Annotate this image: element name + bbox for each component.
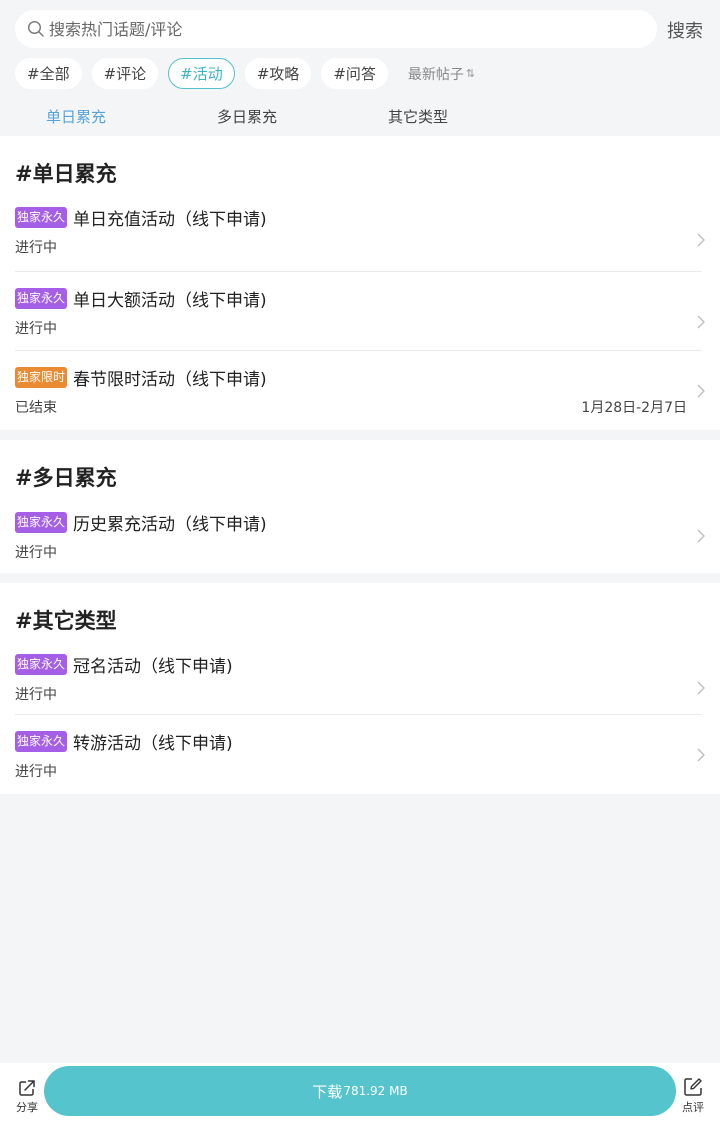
top-header: 搜索 #全部 #评论 #活动 #攻略 #问答 最新帖子 ⇅ 单日累充 多日累充 … (0, 0, 720, 136)
item-title: 单日大额活动（线下申请) (73, 291, 267, 311)
chevron-right-icon (697, 529, 705, 543)
item-tag: 独家永久 (15, 207, 68, 228)
item-head: 独家限时 春节限时活动（线下申请) (15, 365, 267, 390)
chevron-right-icon (697, 233, 705, 247)
list-item[interactable]: 独家永久 单日大额活动（线下申请) 进行中 (15, 272, 705, 351)
item-status: 进行中 (15, 321, 57, 337)
sort-toggle[interactable]: 最新帖子 ⇅ (408, 64, 475, 84)
item-title: 历史累充活动（线下申请) (73, 515, 267, 535)
download-size: 781.92 MB (343, 1084, 408, 1098)
item-head: 独家永久 单日大额活动（线下申请) (15, 286, 267, 311)
review-button[interactable]: 点评 (680, 1076, 706, 1115)
filter-chips: #全部 #评论 #活动 #攻略 #问答 最新帖子 ⇅ (15, 58, 475, 89)
item-title: 冠名活动（线下申请) (73, 657, 233, 677)
sort-arrows-icon: ⇅ (465, 67, 476, 80)
item-status: 进行中 (15, 545, 57, 561)
list-item[interactable]: 独家永久 转游活动（线下申请) 进行中 (15, 715, 705, 794)
list-item[interactable]: 独家永久 历史累充活动（线下申请) 进行中 (15, 504, 705, 573)
sort-label: 最新帖子 (407, 66, 464, 83)
item-date: 1月28日-2月7日 (581, 400, 687, 416)
search-icon (27, 20, 45, 38)
filter-chip-all[interactable]: #全部 (15, 58, 82, 89)
edit-icon (684, 1078, 702, 1096)
item-title: 单日充值活动（线下申请) (73, 210, 267, 230)
section-title: #单日累充 (15, 162, 117, 186)
item-head: 独家永久 单日充值活动（线下申请) (15, 205, 267, 230)
item-tag: 独家限时 (15, 367, 68, 388)
download-label: 下载 (312, 1082, 343, 1101)
list-item[interactable]: 独家永久 单日充值活动（线下申请) 进行中 (15, 200, 705, 272)
filter-chip-guide[interactable]: #攻略 (244, 58, 312, 89)
item-tag: 独家永久 (15, 512, 68, 533)
search-box[interactable] (15, 10, 657, 48)
share-button[interactable]: 分享 (12, 1078, 42, 1115)
item-tag: 独家永久 (15, 731, 68, 752)
list-item[interactable]: 独家限时 春节限时活动（线下申请) 已结束 1月28日-2月7日 (15, 351, 705, 430)
item-title: 春节限时活动（线下申请) (73, 370, 267, 390)
section-other: #其它类型 独家永久 冠名活动（线下申请) 进行中 独家永久 转游活动（线下申请… (0, 583, 720, 794)
bottom-bar: 分享 下载 781.92 MB 点评 (0, 1063, 720, 1123)
section-title: #多日累充 (15, 466, 117, 490)
list-item[interactable]: 独家永久 冠名活动（线下申请) 进行中 (15, 646, 705, 715)
chevron-right-icon (697, 681, 705, 695)
filter-chip-comment[interactable]: #评论 (91, 58, 159, 89)
download-button[interactable]: 下载 781.92 MB (44, 1066, 676, 1116)
item-head: 独家永久 历史累充活动（线下申请) (15, 510, 267, 535)
item-head: 独家永久 转游活动（线下申请) (15, 729, 233, 754)
item-title: 转游活动（线下申请) (73, 734, 233, 754)
chevron-right-icon (697, 315, 705, 329)
filter-chip-qa[interactable]: #问答 (321, 58, 388, 89)
item-status: 进行中 (15, 687, 57, 703)
subtab-other[interactable]: 其它类型 (388, 106, 448, 127)
section-title: #其它类型 (15, 609, 117, 633)
share-label: 分享 (16, 1101, 38, 1114)
item-status: 已结束 (15, 400, 57, 416)
item-status: 进行中 (15, 240, 57, 256)
subtab-multi-day[interactable]: 多日累充 (217, 106, 277, 127)
search-input[interactable] (49, 19, 609, 39)
review-label: 点评 (682, 1101, 704, 1114)
section-multi-day: #多日累充 独家永久 历史累充活动（线下申请) 进行中 (0, 440, 720, 573)
chevron-right-icon (697, 384, 705, 398)
share-icon (19, 1080, 35, 1096)
chevron-right-icon (697, 748, 705, 762)
item-head: 独家永久 冠名活动（线下申请) (15, 652, 233, 677)
item-status: 进行中 (15, 764, 57, 780)
filter-chip-activity[interactable]: #活动 (168, 58, 235, 89)
search-button[interactable]: 搜索 (667, 17, 703, 43)
item-tag: 独家永久 (15, 654, 68, 675)
item-tag: 独家永久 (15, 288, 68, 309)
section-single-day: #单日累充 独家永久 单日充值活动（线下申请) 进行中 独家永久 单日大额活动（… (0, 136, 720, 430)
subtab-single-day[interactable]: 单日累充 (46, 106, 106, 127)
